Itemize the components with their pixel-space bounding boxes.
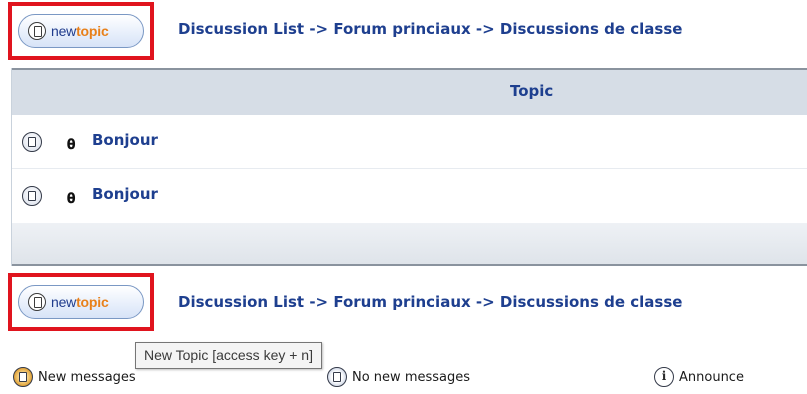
- document-icon: [28, 293, 46, 311]
- topics-table: Topic 𝛉 Bonjour 𝛉 Bonjour: [11, 68, 807, 266]
- paperclip-icon: 𝛉: [67, 191, 76, 207]
- no-new-messages-icon: [22, 186, 42, 206]
- topic-link[interactable]: Bonjour: [92, 185, 158, 203]
- highlight-box-top: newtopic: [8, 2, 154, 60]
- tooltip: New Topic [access key + n]: [135, 342, 322, 369]
- new-messages-icon: [13, 367, 33, 387]
- table-footer: [12, 223, 807, 266]
- table-row: 𝛉 Bonjour: [12, 169, 807, 223]
- document-icon: [28, 22, 46, 40]
- legend-label: Announce: [679, 369, 744, 385]
- no-new-messages-icon: [327, 367, 347, 387]
- no-new-messages-icon: [22, 132, 42, 152]
- legend-no-new-messages: No new messages: [327, 366, 470, 388]
- new-topic-button-bottom[interactable]: newtopic: [18, 285, 144, 319]
- legend-new-messages: New messages: [13, 366, 136, 388]
- legend-announce: i Announce: [654, 366, 744, 388]
- breadcrumb-top[interactable]: Discussion List -> Forum princiaux -> Di…: [178, 20, 682, 38]
- legend-label: New messages: [38, 369, 136, 385]
- breadcrumb-bottom[interactable]: Discussion List -> Forum princiaux -> Di…: [178, 293, 682, 311]
- legend-label: No new messages: [352, 369, 471, 385]
- highlight-box-bottom: newtopic: [8, 273, 154, 331]
- table-row: 𝛉 Bonjour: [12, 115, 807, 169]
- new-topic-label: newtopic: [51, 294, 109, 310]
- topic-link[interactable]: Bonjour: [92, 131, 158, 149]
- announce-icon: i: [654, 367, 674, 387]
- paperclip-icon: 𝛉: [67, 137, 76, 153]
- new-topic-label: newtopic: [51, 23, 109, 39]
- new-topic-button-top[interactable]: newtopic: [18, 14, 144, 48]
- topic-column-header: Topic: [510, 82, 554, 100]
- table-header: Topic: [12, 68, 807, 115]
